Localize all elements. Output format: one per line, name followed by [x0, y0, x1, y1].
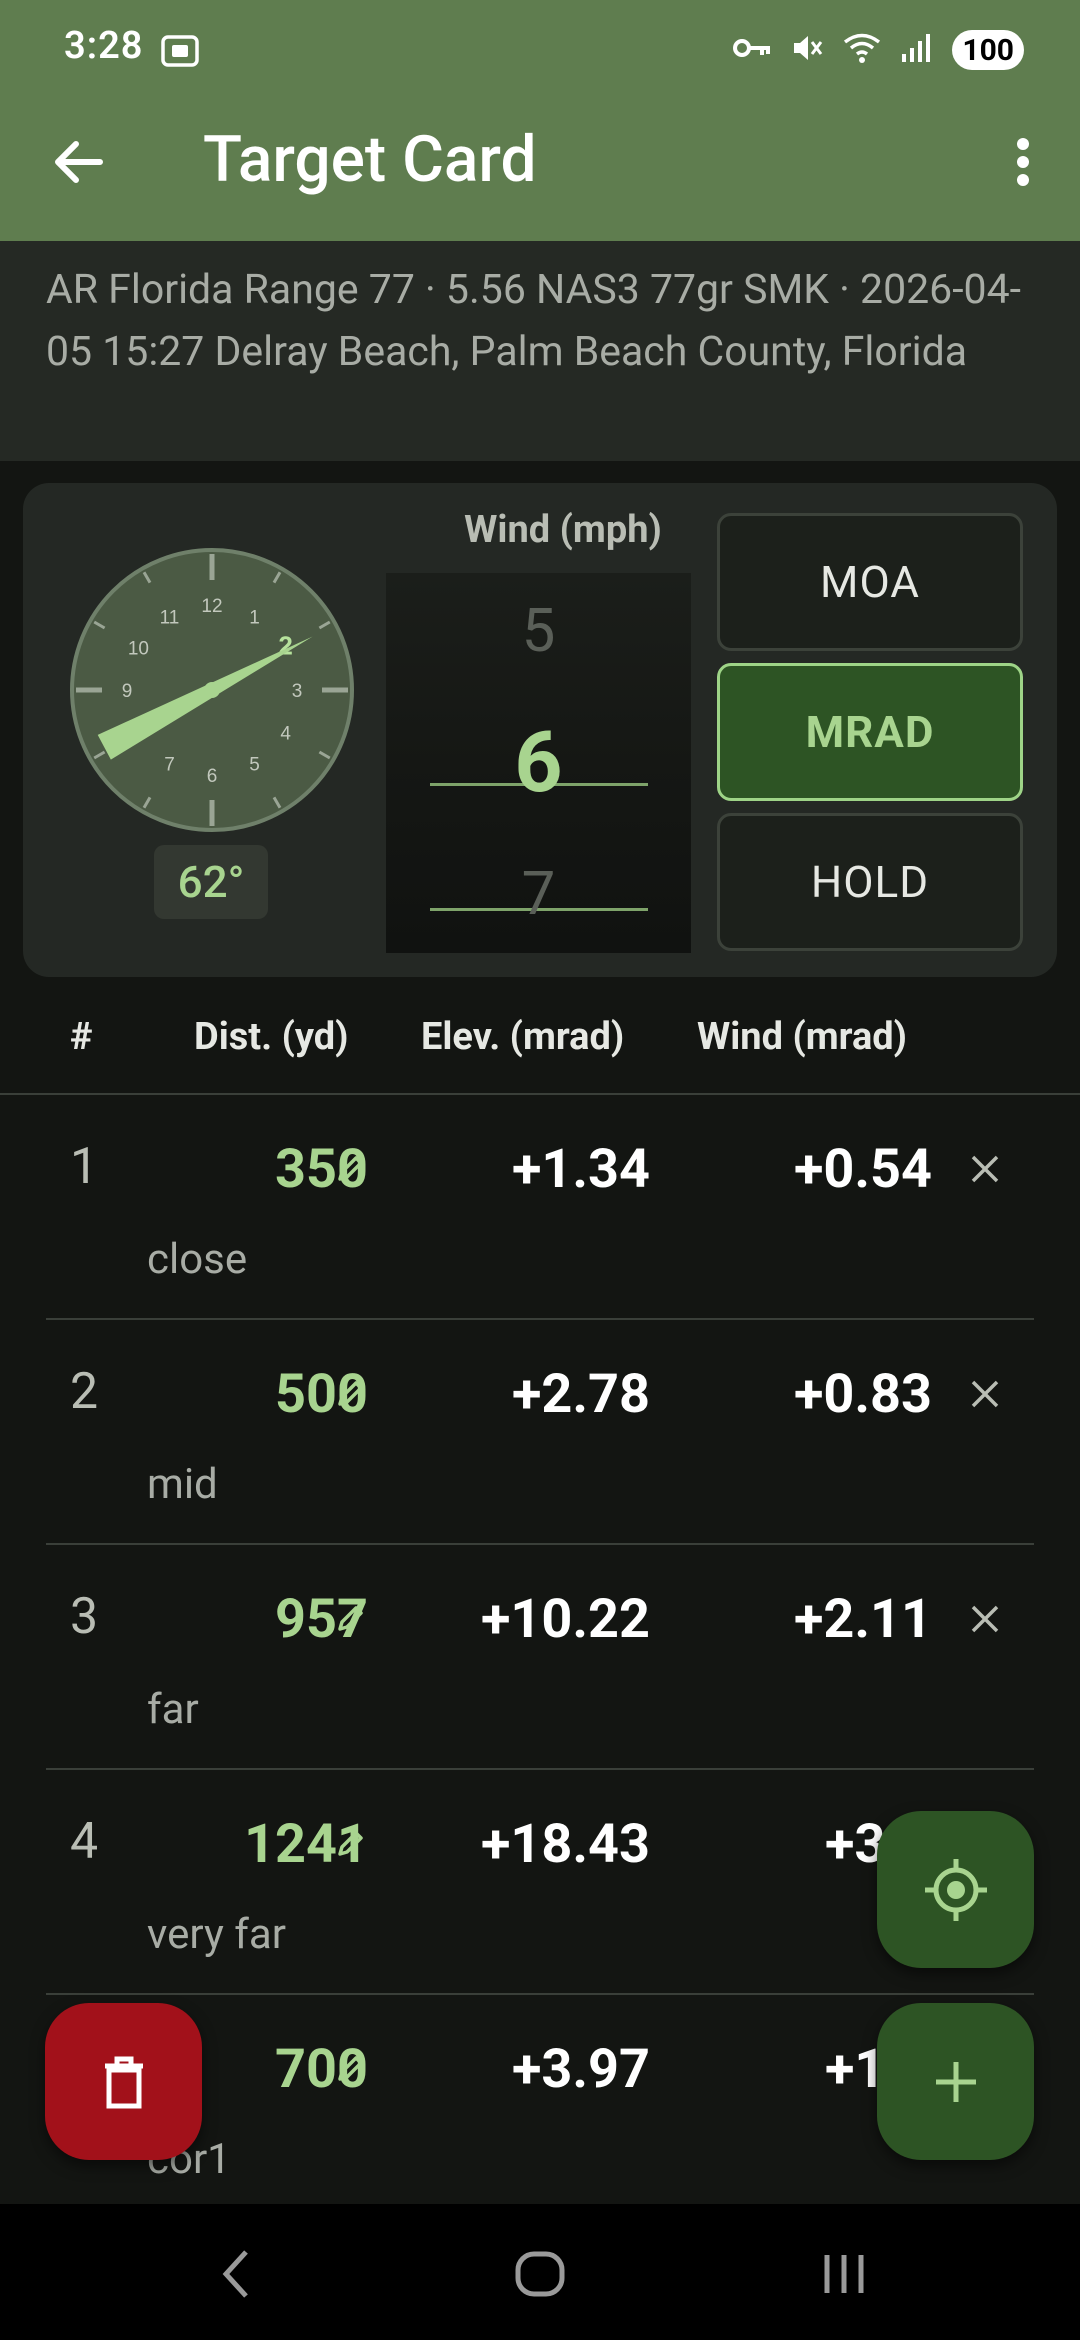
- wind-speed-label: Wind (mph): [464, 508, 662, 552]
- row-number: 3: [70, 1588, 99, 1646]
- wind-speed-current: 6: [514, 713, 563, 812]
- header-elevation: Elev. (mrad): [421, 1015, 625, 1059]
- locate-button[interactable]: [877, 1811, 1034, 1968]
- table-row[interactable]: 3 957 +10.22 +2.11 far: [0, 1545, 1080, 1770]
- row-elevation: +10.22: [480, 1588, 650, 1651]
- header-wind: Wind (mrad): [697, 1015, 908, 1059]
- table-row[interactable]: 1 350 +1.34 +0.54 close: [0, 1095, 1080, 1320]
- more-vert-icon: [1017, 138, 1029, 186]
- close-icon: [971, 1155, 999, 1183]
- remove-row-button[interactable]: [960, 1589, 1010, 1649]
- toolbar: Target Card: [0, 100, 1080, 241]
- clock-center: [204, 682, 220, 698]
- trash-icon: [104, 2056, 143, 2108]
- nav-back-button[interactable]: [176, 2234, 296, 2314]
- overflow-menu-button[interactable]: [988, 122, 1058, 202]
- clock-number: 3: [292, 681, 303, 702]
- row-number: 4: [70, 1813, 99, 1871]
- close-icon: [971, 1605, 999, 1633]
- wind-speed-picker[interactable]: 5 6 7: [386, 573, 691, 953]
- row-number: 1: [70, 1138, 99, 1196]
- arrow-left-icon: [55, 141, 103, 183]
- clock-number: 5: [249, 755, 260, 776]
- row-note: far: [147, 1685, 199, 1734]
- wind-speed-next[interactable]: 7: [386, 858, 691, 929]
- chevron-left-icon: [222, 2250, 248, 2298]
- row-wind: +0.54: [793, 1138, 932, 1201]
- page-title: Target Card: [203, 122, 537, 197]
- row-elevation: +2.78: [511, 1363, 650, 1426]
- row-elevation: +3.97: [511, 2038, 650, 2101]
- wind-speed-prev[interactable]: 5: [386, 595, 691, 666]
- unit-moa-button[interactable]: MOA: [717, 513, 1023, 651]
- clock-number: 7: [164, 755, 175, 776]
- app-bar: 3:28 100 Target Card: [0, 0, 1080, 241]
- wind-clock-face: 121234567891011: [70, 548, 354, 832]
- add-target-button[interactable]: [877, 2003, 1034, 2160]
- pencil-icon[interactable]: [336, 1828, 366, 1862]
- clock-number: 4: [280, 724, 291, 745]
- system-nav-bar: [0, 2204, 1080, 2340]
- clock-number: 6: [207, 766, 218, 787]
- pencil-icon[interactable]: [336, 1153, 366, 1187]
- close-icon: [971, 1380, 999, 1408]
- pencil-icon[interactable]: [336, 1378, 366, 1412]
- delete-all-button[interactable]: [45, 2003, 202, 2160]
- session-info-text: AR Florida Range 77 · 5.56 NAS3 77gr SMK…: [46, 266, 1021, 376]
- clock-number: 10: [128, 639, 149, 660]
- crosshair-icon: [924, 1858, 987, 1921]
- battery-indicator: 100: [952, 30, 1024, 70]
- clock-number: 12: [201, 596, 222, 617]
- plus-icon: [935, 2061, 976, 2102]
- row-elevation: +1.34: [511, 1138, 650, 1201]
- clock-number: 11: [160, 607, 180, 628]
- vpn-key-icon: [732, 34, 772, 66]
- back-button[interactable]: [38, 122, 118, 202]
- status-bar: 3:28 100: [0, 0, 1080, 100]
- status-time: 3:28: [64, 24, 144, 68]
- unit-mrad-button[interactable]: MRAD: [717, 663, 1023, 801]
- row-note: very far: [147, 1910, 286, 1959]
- recents-icon: [824, 2255, 864, 2293]
- row-note: close: [147, 1235, 248, 1284]
- nav-home-button[interactable]: [480, 2234, 600, 2314]
- row-number: 2: [70, 1363, 99, 1421]
- wind-angle-chip: 62°: [154, 845, 268, 919]
- signal-icon: [900, 32, 934, 68]
- wifi-icon: [842, 31, 882, 69]
- row-wind: +0.83: [793, 1363, 932, 1426]
- table-row[interactable]: 2 500 +2.78 +0.83 mid: [0, 1320, 1080, 1545]
- wind-direction-clock[interactable]: 121234567891011: [65, 543, 359, 837]
- pencil-icon[interactable]: [336, 1603, 366, 1637]
- row-elevation: +18.43: [480, 1813, 650, 1876]
- header-distance: Dist. (yd): [194, 1015, 349, 1059]
- row-wind: +2.11: [793, 1588, 932, 1651]
- header-num: #: [70, 1015, 93, 1059]
- remove-row-button[interactable]: [960, 1139, 1010, 1199]
- nav-recents-button[interactable]: [784, 2234, 904, 2314]
- mute-icon: [790, 31, 824, 69]
- conditions-card: 121234567891011 62° Wind (mph) 5 6 7 MOA…: [23, 483, 1057, 977]
- status-icons: 100: [732, 28, 1024, 72]
- remove-row-button[interactable]: [960, 1364, 1010, 1424]
- table-header: # Dist. (yd) Elev. (mrad) Wind (mrad): [0, 993, 1080, 1095]
- row-note: mid: [147, 1460, 218, 1509]
- pencil-icon[interactable]: [336, 2053, 366, 2087]
- session-info: AR Florida Range 77 · 5.56 NAS3 77gr SMK…: [0, 241, 1080, 461]
- unit-hold-button[interactable]: HOLD: [717, 813, 1023, 951]
- clock-number: 1: [249, 607, 260, 628]
- home-icon: [515, 2251, 565, 2297]
- clock-number: 9: [122, 681, 133, 702]
- screenshot-icon: [160, 34, 200, 72]
